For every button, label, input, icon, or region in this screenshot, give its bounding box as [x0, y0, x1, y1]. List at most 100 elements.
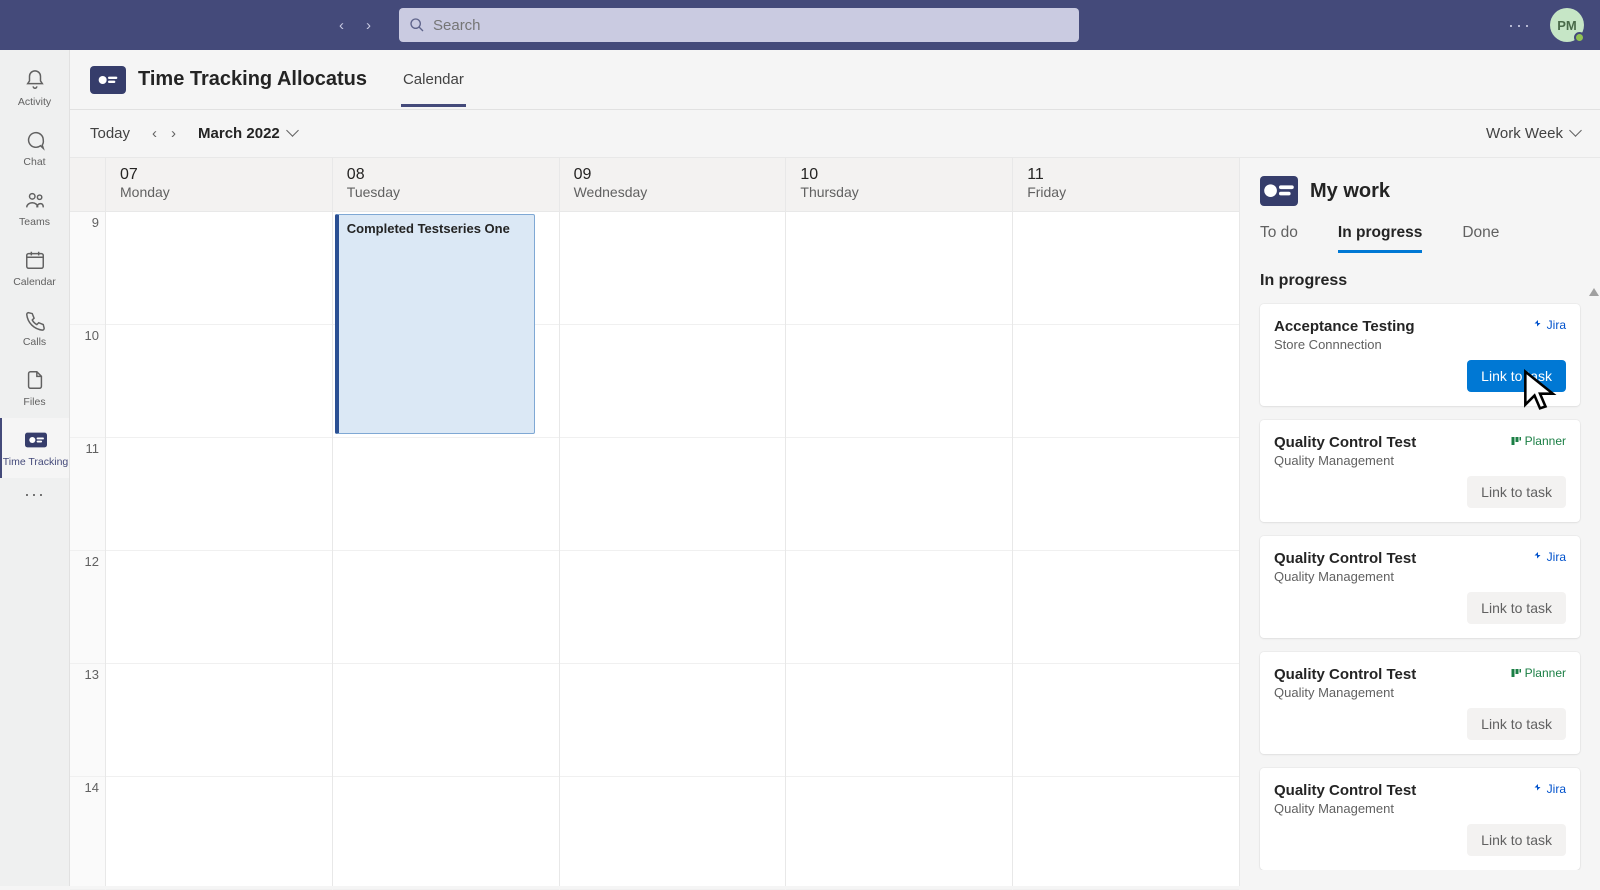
- day-header: 08Tuesday: [333, 158, 559, 212]
- time-label: 12: [70, 551, 105, 664]
- task-title: Quality Control Test: [1274, 782, 1416, 799]
- day-column[interactable]: 11Friday: [1013, 158, 1239, 886]
- rail-files[interactable]: Files: [0, 358, 69, 418]
- task-subtitle: Quality Management: [1274, 801, 1416, 816]
- app-icon: [90, 66, 126, 94]
- rail-chat[interactable]: Chat: [0, 118, 69, 178]
- month-picker[interactable]: March 2022: [198, 125, 297, 142]
- search-input[interactable]: [433, 17, 1069, 34]
- bell-icon: [23, 68, 47, 92]
- calendar-grid[interactable]: 91011121314 07Monday08TuesdayCompleted T…: [70, 158, 1240, 886]
- next-week-button[interactable]: ›: [167, 123, 180, 144]
- link-to-task-button[interactable]: Link to task: [1467, 708, 1566, 740]
- tab-calendar[interactable]: Calendar: [401, 53, 466, 107]
- planner-badge: Planner: [1510, 434, 1566, 448]
- rail-time-tracking[interactable]: Time Tracking: [0, 418, 69, 478]
- task-card[interactable]: Acceptance Testing Store Connnection Jira L…: [1260, 304, 1580, 406]
- prev-week-button[interactable]: ‹: [148, 123, 161, 144]
- teams-icon: [23, 188, 47, 212]
- day-column[interactable]: 09Wednesday: [560, 158, 787, 886]
- day-column[interactable]: 08TuesdayCompleted Testseries One: [333, 158, 560, 886]
- global-search[interactable]: [399, 8, 1079, 42]
- month-label: March 2022: [198, 125, 280, 142]
- jira-badge: Jira: [1532, 550, 1566, 564]
- file-icon: [23, 368, 47, 392]
- rail-calls[interactable]: Calls: [0, 298, 69, 358]
- title-bar: ‹ › ··· PM: [0, 0, 1600, 50]
- history-nav: ‹ ›: [331, 13, 379, 38]
- panel-title: My work: [1310, 180, 1390, 203]
- link-to-task-button[interactable]: Link to task: [1467, 360, 1566, 392]
- tab-in-progress[interactable]: In progress: [1338, 224, 1422, 253]
- my-work-panel: My work To do In progress Done In progre…: [1240, 158, 1600, 886]
- jira-badge: Jira: [1532, 318, 1566, 332]
- titlebar-more-button[interactable]: ···: [1508, 15, 1532, 36]
- back-button[interactable]: ‹: [331, 13, 352, 38]
- rail-label: Chat: [23, 156, 45, 168]
- rail-activity[interactable]: Activity: [0, 58, 69, 118]
- rail-label: Time Tracking: [3, 456, 69, 468]
- day-header: 11Friday: [1013, 158, 1239, 212]
- my-work-icon: [1260, 176, 1298, 206]
- rail-calendar[interactable]: Calendar: [0, 238, 69, 298]
- task-title: Quality Control Test: [1274, 434, 1416, 451]
- avatar-initials: PM: [1557, 18, 1577, 33]
- rail-teams[interactable]: Teams: [0, 178, 69, 238]
- search-icon: [409, 17, 425, 33]
- calendar-icon: [23, 248, 47, 272]
- task-title: Quality Control Test: [1274, 666, 1416, 683]
- day-column[interactable]: 07Monday: [106, 158, 333, 886]
- chevron-down-icon: [286, 125, 297, 142]
- task-subtitle: Quality Management: [1274, 685, 1416, 700]
- scrollbar[interactable]: [1588, 288, 1600, 886]
- section-title: In progress: [1260, 272, 1580, 290]
- day-header: 09Wednesday: [560, 158, 786, 212]
- today-button[interactable]: Today: [90, 125, 130, 142]
- time-label: 14: [70, 777, 105, 890]
- avatar[interactable]: PM: [1550, 8, 1584, 42]
- time-label: 13: [70, 664, 105, 777]
- calendar-event[interactable]: Completed Testseries One: [335, 214, 535, 434]
- rail-label: Calls: [23, 336, 46, 348]
- task-subtitle: Store Connnection: [1274, 337, 1415, 352]
- rail-label: Calendar: [13, 276, 56, 288]
- time-label: 11: [70, 438, 105, 551]
- app-rail: Activity Chat Teams Calendar Calls Files…: [0, 50, 70, 886]
- task-card[interactable]: Quality Control Test Quality Management Pl…: [1260, 420, 1580, 522]
- task-card[interactable]: Quality Control Test Quality Management Ji…: [1260, 768, 1580, 870]
- calendar-toolbar: Today ‹ › March 2022 Work Week: [70, 110, 1600, 158]
- link-to-task-button[interactable]: Link to task: [1467, 592, 1566, 624]
- app-header: Time Tracking Allocatus Calendar: [70, 50, 1600, 110]
- tab-todo[interactable]: To do: [1260, 224, 1298, 253]
- view-selector[interactable]: Work Week: [1486, 125, 1580, 142]
- link-to-task-button[interactable]: Link to task: [1467, 824, 1566, 856]
- planner-badge: Planner: [1510, 666, 1566, 680]
- task-title: Acceptance Testing: [1274, 318, 1415, 335]
- day-header: 07Monday: [106, 158, 332, 212]
- rail-label: Activity: [18, 96, 51, 108]
- tab-done[interactable]: Done: [1462, 224, 1499, 253]
- task-card[interactable]: Quality Control Test Quality Management Ji…: [1260, 536, 1580, 638]
- time-label: 9: [70, 212, 105, 325]
- rail-more-button[interactable]: ···: [24, 484, 45, 505]
- rail-label: Files: [23, 396, 45, 408]
- task-subtitle: Quality Management: [1274, 453, 1416, 468]
- day-header: 10Thursday: [786, 158, 1012, 212]
- time-gutter: 91011121314: [70, 158, 106, 886]
- app-title: Time Tracking Allocatus: [138, 68, 367, 91]
- scroll-up-icon: [1589, 288, 1599, 296]
- view-label: Work Week: [1486, 125, 1563, 142]
- forward-button[interactable]: ›: [358, 13, 379, 38]
- chevron-down-icon: [1569, 125, 1580, 142]
- timetracking-icon: [24, 428, 48, 452]
- link-to-task-button[interactable]: Link to task: [1467, 476, 1566, 508]
- rail-label: Teams: [19, 216, 50, 228]
- task-subtitle: Quality Management: [1274, 569, 1416, 584]
- task-card[interactable]: Quality Control Test Quality Management Pl…: [1260, 652, 1580, 754]
- phone-icon: [23, 308, 47, 332]
- day-column[interactable]: 10Thursday: [786, 158, 1013, 886]
- task-title: Quality Control Test: [1274, 550, 1416, 567]
- chat-icon: [23, 128, 47, 152]
- time-label: 10: [70, 325, 105, 438]
- jira-badge: Jira: [1532, 782, 1566, 796]
